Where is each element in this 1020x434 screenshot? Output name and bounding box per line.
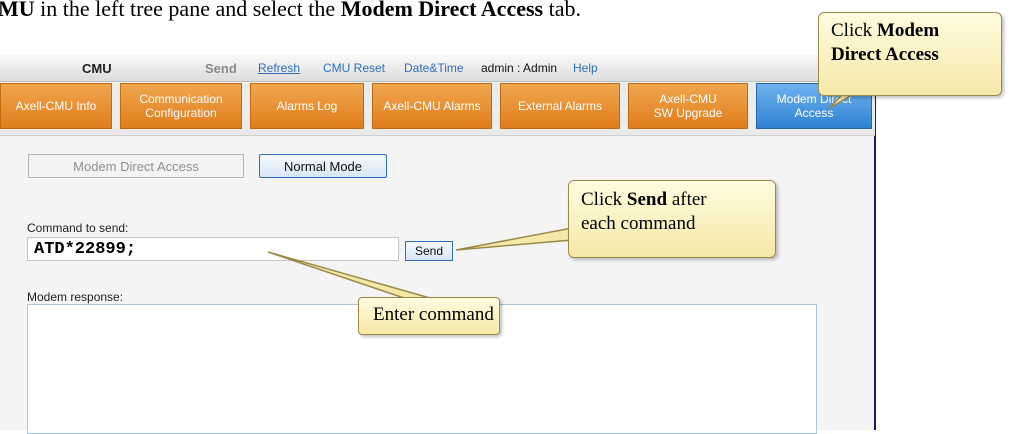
callout-click-send: Click Send after each command — [568, 180, 776, 258]
doc-text-middle: in the left tree pane and select the — [34, 0, 341, 21]
tab-alarms-log[interactable]: Alarms Log — [250, 83, 364, 129]
top-menu-bar: CMU Send Refresh CMU Reset Date&Time adm… — [0, 55, 875, 82]
menu-cmu-title: CMU — [82, 61, 112, 76]
response-label: Modem response: — [27, 290, 124, 304]
tab-label: External Alarms — [517, 99, 603, 113]
tab-label-line2: Configuration — [145, 106, 217, 120]
tab-communication-configuration[interactable]: Communication Configuration — [120, 83, 242, 129]
modem-direct-access-button[interactable]: Modem Direct Access — [28, 154, 244, 178]
callout-bold-text: Modem — [876, 20, 940, 41]
menu-cmu-reset-link[interactable]: CMU Reset — [323, 61, 385, 75]
normal-mode-button[interactable]: Normal Mode — [259, 154, 387, 178]
callout-text: after — [667, 189, 707, 210]
tab-label-line2: SW Upgrade — [653, 106, 723, 120]
tab-axell-cmu-info[interactable]: Axell-CMU Info — [0, 83, 112, 129]
tab-divider — [0, 129, 875, 136]
callout-click-modem-direct-access: Click Modem Direct Access — [818, 12, 1002, 96]
tab-label-line1: Communication — [139, 92, 223, 106]
menu-date-time-link[interactable]: Date&Time — [404, 61, 464, 75]
tab-label: Alarms Log — [276, 99, 338, 113]
tab-label: Axell-CMU Info — [15, 99, 97, 113]
tab-label-line2: Access — [794, 106, 834, 120]
tab-axell-cmu-sw-upgrade[interactable]: Axell-CMU SW Upgrade — [628, 83, 748, 129]
callout-text: Click — [581, 189, 627, 210]
command-label: Command to send: — [27, 221, 129, 235]
tab-axell-cmu-alarms[interactable]: Axell-CMU Alarms — [372, 83, 492, 129]
tab-label-line1: Axell-CMU — [659, 92, 717, 106]
doc-text-bold-tab: Modem Direct Access — [340, 0, 544, 21]
doc-text-suffix: tab. — [543, 0, 581, 21]
document-instruction-text: MU in the left tree pane and select the … — [0, 0, 581, 22]
callout-text: each command — [581, 213, 696, 234]
menu-send[interactable]: Send — [205, 61, 237, 76]
menu-user-label: admin : Admin — [481, 61, 558, 75]
callout-bold-text: Send — [626, 189, 668, 210]
menu-help-link[interactable]: Help — [573, 61, 598, 75]
command-input[interactable] — [27, 237, 399, 261]
tab-label: Axell-CMU Alarms — [383, 99, 481, 113]
tab-external-alarms[interactable]: External Alarms — [500, 83, 620, 129]
menu-refresh-link[interactable]: Refresh — [258, 61, 300, 75]
send-button[interactable]: Send — [405, 241, 453, 261]
doc-text-prefix: MU — [0, 0, 35, 21]
callout-bold-text: Direct Access — [831, 44, 939, 65]
callout-enter-command: Enter command — [358, 297, 500, 335]
tab-bar: Axell-CMU Info Communication Configuratio… — [0, 83, 875, 131]
callout-text: Click — [831, 20, 877, 41]
